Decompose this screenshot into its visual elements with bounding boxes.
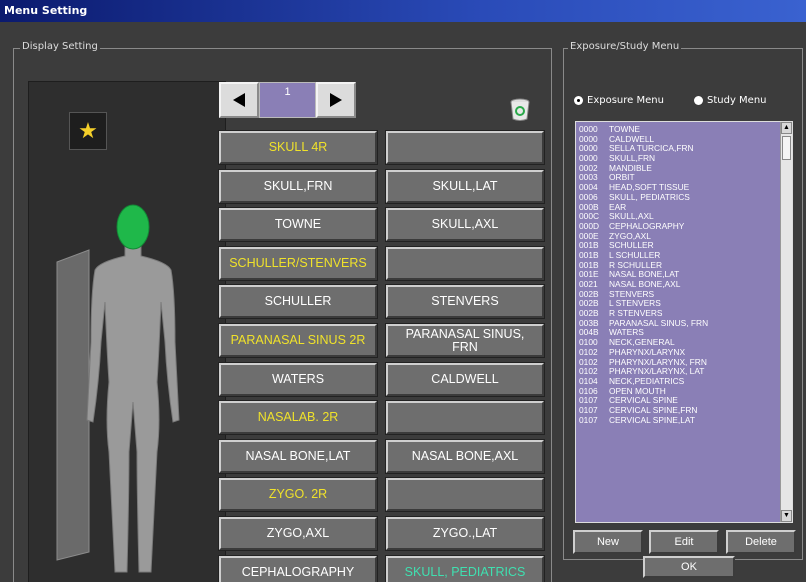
window-body: Display Setting ★ 1 SKULL 4R SKULL,FRN S… [0,22,806,582]
menu-button[interactable]: WATERS [218,361,378,397]
menu-button[interactable]: STENVERS [385,284,545,320]
radio-unchecked-icon [694,96,703,105]
menu-button[interactable]: SCHULLER [218,284,378,320]
study-menu-radio[interactable]: Study Menu [694,95,767,106]
menu-button[interactable]: SKULL,LAT [385,168,545,204]
list-item-name: SKULL, PEDIATRICS [609,191,690,202]
menu-button[interactable]: ZYGO. 2R [218,477,378,513]
body-figure[interactable] [29,152,225,582]
list-item[interactable]: 0107 CERVICAL SPINE,LAT [579,414,779,426]
menu-button[interactable]: SKULL,AXL [385,207,545,243]
menu-button[interactable]: CALDWELL [385,361,545,397]
menu-button[interactable]: PARANASAL SINUS, FRN [385,323,545,358]
recycle-bin-icon[interactable] [509,97,531,121]
menu-button[interactable]: NASAL BONE,AXL [385,438,545,474]
menu-button[interactable]: NASAL BONE,LAT [218,438,378,474]
exposure-menu-radio[interactable]: Exposure Menu [574,95,664,106]
page-number: 1 [259,82,316,118]
menu-button[interactable]: SKULL,FRN [218,168,378,204]
menu-button[interactable]: CEPHALOGRAPHY [218,554,378,582]
list-item-code: 0107 [579,414,598,425]
body-panel: ★ [28,81,226,582]
head-highlight [116,204,150,250]
menu-button[interactable]: ZYGO,AXL [218,516,378,551]
menu-button[interactable]: PARANASAL SINUS 2R [218,323,378,358]
new-button[interactable]: New [573,530,643,554]
display-setting-group: Display Setting ★ 1 SKULL 4R SKULL,FRN S… [13,41,552,582]
exposure-study-group: Exposure/Study Menu Exposure Menu Study … [563,41,803,560]
study-menu-label: Study Menu [707,95,767,106]
menu-button[interactable]: SCHULLER/STENVERS [218,245,378,281]
menu-button[interactable]: SKULL 4R [218,130,378,165]
ok-button[interactable]: OK [643,556,735,578]
favorite-star-icon[interactable]: ★ [69,112,107,150]
list-scrollbar[interactable]: ▲ ▼ [780,122,792,522]
radio-checked-icon [574,96,583,105]
exposure-study-title: Exposure/Study Menu [568,41,682,52]
display-setting-title: Display Setting [20,41,100,52]
menu-button[interactable] [385,400,545,436]
exposure-list[interactable]: 0000 TOWNE 0000 CALDWELL 0000 SELLA TURCICA,F… [575,121,793,523]
scroll-up-icon[interactable]: ▲ [781,122,792,134]
exposure-list-items: 0000 TOWNE 0000 CALDWELL 0000 SELLA TURCICA,F… [579,124,779,426]
scroll-down-icon[interactable]: ▼ [781,510,792,522]
window-title: Menu Setting [0,0,806,22]
menu-button[interactable]: NASALAB. 2R [218,400,378,436]
menu-button[interactable] [385,245,545,281]
menu-button[interactable]: TOWNE [218,207,378,243]
list-item-name: CERVICAL SPINE,LAT [609,414,695,425]
menu-button[interactable] [385,477,545,513]
edit-button[interactable]: Edit [649,530,719,554]
exposure-menu-label: Exposure Menu [587,95,664,106]
prev-page-button[interactable] [219,82,259,118]
menu-button[interactable] [385,130,545,165]
detector-plate [56,249,90,561]
delete-button[interactable]: Delete [726,530,796,554]
menu-button[interactable]: SKULL, PEDIATRICS [385,554,545,582]
menu-button[interactable]: ZYGO.,LAT [385,516,545,551]
next-page-button[interactable] [316,82,356,118]
scroll-thumb[interactable] [782,136,791,160]
